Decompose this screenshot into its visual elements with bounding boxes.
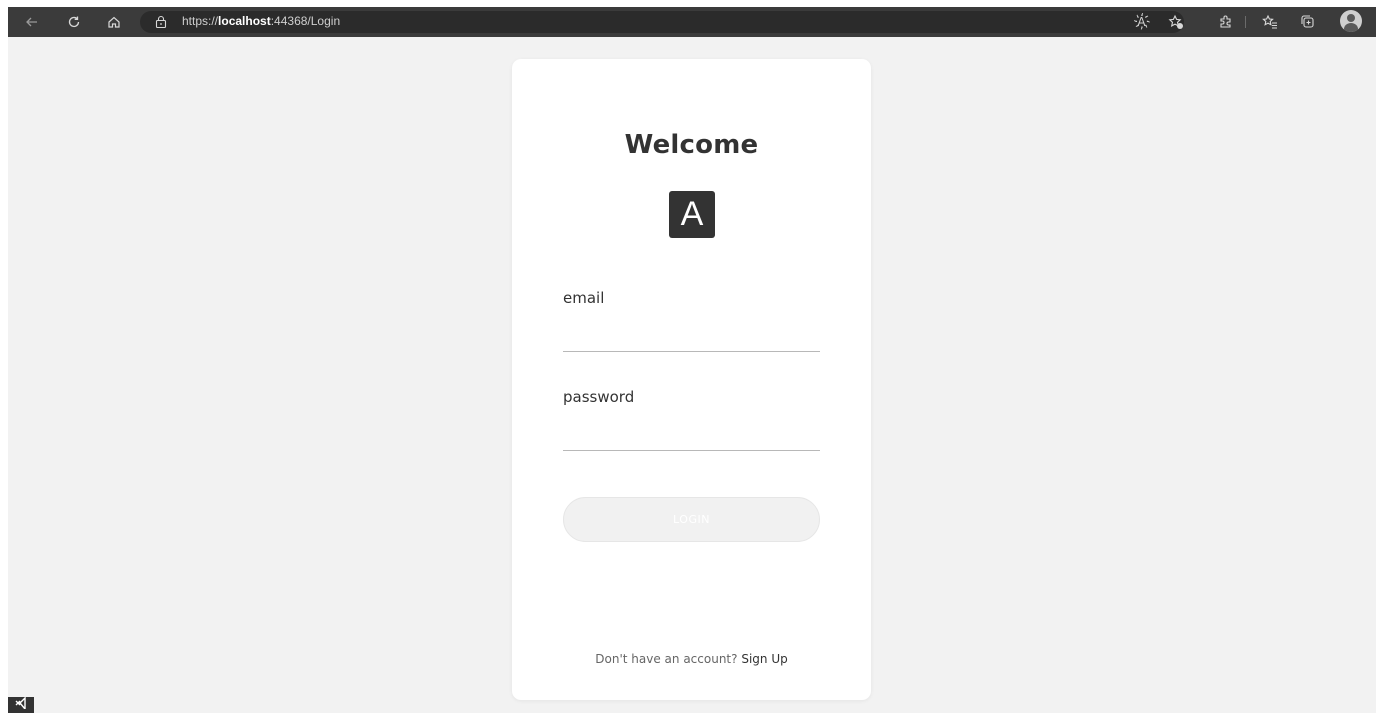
profile-body [1344, 23, 1358, 32]
login-button[interactable]: LOGIN [563, 497, 820, 542]
home-icon [108, 16, 120, 28]
refresh-button[interactable] [60, 7, 88, 37]
toolbar-separator [1245, 16, 1246, 28]
email-label: email [563, 289, 605, 307]
signup-prompt: Don't have an account? Sign Up [512, 652, 871, 666]
email-field[interactable] [563, 323, 820, 352]
home-button[interactable] [100, 7, 128, 37]
refresh-icon [68, 16, 80, 28]
password-field[interactable] [563, 422, 820, 451]
logo-a-icon: A [669, 191, 715, 238]
back-button[interactable] [18, 7, 46, 37]
url-text: https://localhost:44368/Login [182, 14, 340, 28]
profile-head [1347, 14, 1355, 22]
extensions-button[interactable] [1212, 7, 1240, 37]
login-card: Welcome A email password LOGIN Don't hav… [512, 59, 871, 700]
browser-viewport: https://localhost:44368/Login A҉ Welcome… [8, 7, 1376, 713]
signup-prompt-text: Don't have an account? [595, 652, 738, 666]
puzzle-icon [1220, 15, 1231, 28]
visual-studio-icon[interactable] [8, 697, 34, 713]
read-aloud-icon: A҉ [1137, 15, 1151, 29]
url-host: localhost [218, 14, 271, 28]
add-favorite-button[interactable] [1162, 7, 1190, 37]
lock-icon[interactable] [154, 15, 168, 29]
read-aloud-button[interactable]: A҉ [1130, 7, 1158, 37]
browser-toolbar: https://localhost:44368/Login A҉ [8, 7, 1376, 37]
favorites-button[interactable] [1256, 7, 1284, 37]
url-rest: :44368/Login [270, 14, 341, 28]
add-favorite-icon [1168, 14, 1183, 29]
welcome-title: Welcome [624, 130, 759, 160]
address-bar[interactable]: https://localhost:44368/Login [140, 11, 1184, 33]
password-label: password [563, 388, 635, 406]
back-arrow-icon [26, 17, 37, 27]
favorites-icon [1262, 14, 1277, 29]
collections-button[interactable] [1294, 7, 1322, 37]
url-prefix: https:// [182, 14, 219, 28]
visual-studio-glyph [15, 697, 26, 709]
profile-icon[interactable] [1340, 10, 1362, 32]
signup-link[interactable]: Sign Up [741, 652, 787, 666]
collections-icon [1301, 15, 1314, 28]
